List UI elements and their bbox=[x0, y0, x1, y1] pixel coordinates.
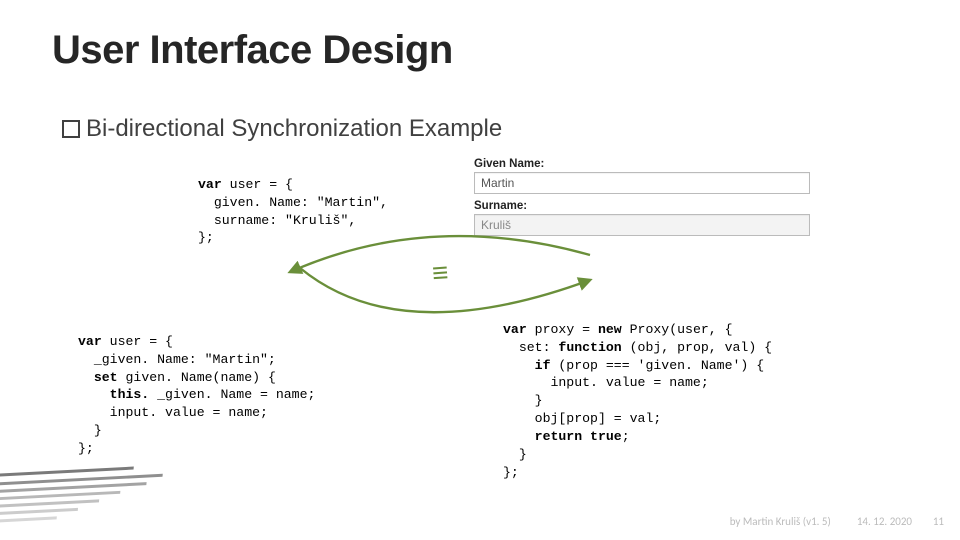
bullet-text: Bi-directional Synchronization Example bbox=[86, 115, 502, 143]
code-block-var-user: var user = { given. Name: "Martin", surn… bbox=[198, 176, 388, 247]
form-preview: Given Name: Martin Surname: Kruliš bbox=[474, 158, 810, 242]
code-block-proxy: var proxy = new Proxy(user, { set: funct… bbox=[503, 321, 772, 481]
footer: by Martin Kruliš (v1. 5) 14. 12. 2020 bbox=[730, 515, 912, 528]
corner-decoration bbox=[0, 460, 165, 530]
code-block-setter: var user = { _given. Name: "Martin"; set… bbox=[78, 333, 315, 458]
bullet-square-icon bbox=[62, 120, 80, 138]
footer-author: by Martin Kruliš (v1. 5) bbox=[730, 515, 831, 528]
bullet-row: Bi-directional Synchronization Example bbox=[62, 115, 502, 143]
given-name-label: Given Name: bbox=[474, 158, 810, 170]
equiv-icon: ≡ bbox=[431, 259, 450, 291]
given-name-field[interactable]: Martin bbox=[474, 172, 810, 194]
slide-title: User Interface Design bbox=[52, 28, 453, 73]
surname-label: Surname: bbox=[474, 200, 810, 212]
footer-date: 14. 12. 2020 bbox=[857, 515, 912, 528]
page-number: 11 bbox=[933, 515, 944, 528]
surname-field[interactable]: Kruliš bbox=[474, 214, 810, 236]
